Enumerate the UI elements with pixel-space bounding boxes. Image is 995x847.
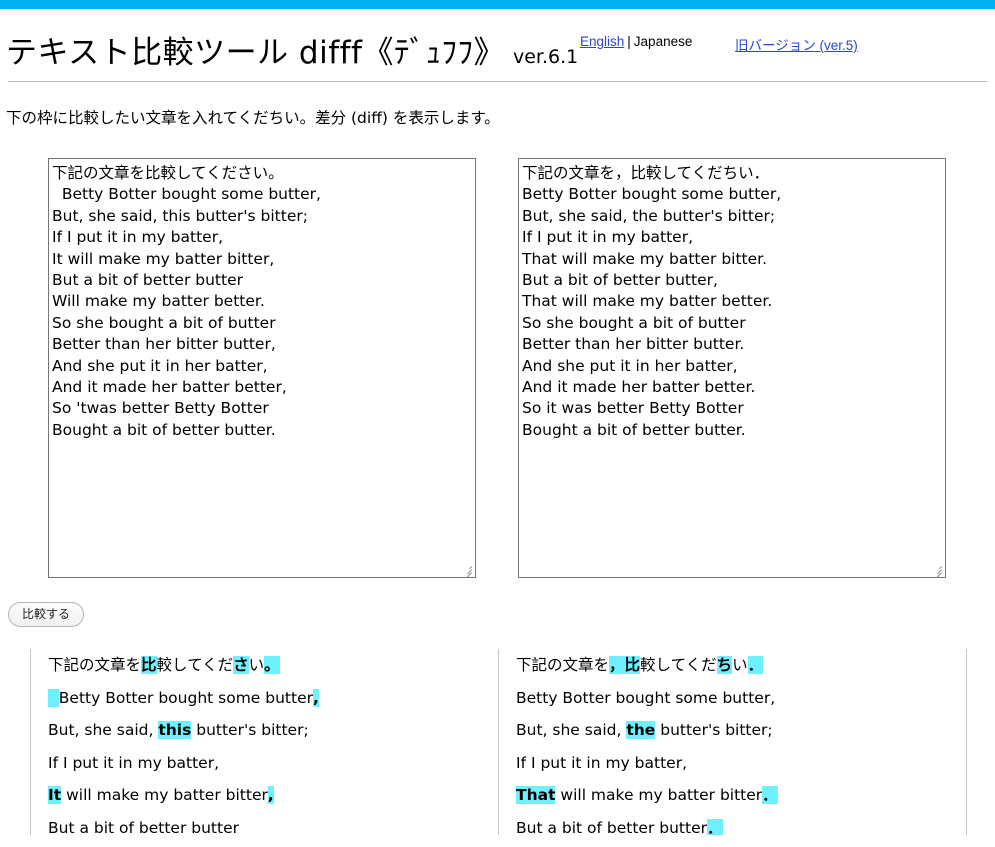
diff-text: 下記の文章を (48, 656, 142, 674)
diff-line: But, she said, the butter's bitter; (516, 714, 964, 747)
diff-line: That will make my batter bitter． (516, 779, 964, 812)
language-separator: | (627, 34, 631, 49)
diff-highlight: the (626, 721, 656, 740)
right-textarea-resize-handle[interactable] (929, 561, 944, 577)
diff-highlight: this (158, 721, 192, 740)
diff-highlight: 。 (264, 656, 280, 674)
page-header: テキスト比較ツール difff《ﾃﾞｭﾌﾌ》 ver.6.1 English | Ja… (0, 9, 995, 81)
diff-text: But a bit of better butter (516, 818, 707, 835)
top-accent-bar (0, 0, 995, 9)
diff-line: Betty Botter bought some butter, (516, 682, 964, 715)
diff-text: い (732, 656, 748, 674)
compare-button[interactable]: 比較する (8, 602, 85, 627)
diff-text: い (248, 656, 265, 674)
header-divider (8, 81, 987, 82)
diff-text: But a bit of better butter (48, 818, 239, 835)
results-border-right (966, 649, 967, 835)
diff-highlight: ． (747, 656, 764, 674)
diff-text: 較してくだ (640, 656, 717, 674)
page-title-text: テキスト比較ツール difff《ﾃﾞｭﾌﾌ》 (6, 35, 505, 71)
diff-text: 下記の文章を (516, 656, 610, 674)
diff-highlight: It (48, 786, 62, 805)
page-title: テキスト比較ツール difff《ﾃﾞｭﾌﾌ》 ver.6.1 (6, 27, 578, 72)
diff-text: Betty Botter bought some butter (58, 688, 313, 707)
compare-button-row: 比較する (0, 602, 995, 627)
language-current-japanese: Japanese (633, 34, 693, 49)
right-input-wrapper: 下記の文章を，比較してくだちい． Betty Botter bought som… (518, 158, 946, 578)
diff-line: 下記の文章を，比較してくだちい． (516, 649, 964, 682)
diff-highlight: That (516, 786, 556, 805)
diff-line: But a bit of better butter (48, 812, 496, 835)
diff-highlight: , (313, 688, 319, 707)
input-panels: 下記の文章を比較してください。 Betty Botter bought some… (0, 158, 995, 588)
diff-highlight: ． (707, 818, 723, 835)
left-textarea-value: 下記の文章を比較してください。 Betty Botter bought some… (52, 164, 321, 439)
page-version: ver.6.1 (512, 46, 579, 68)
results-border-left (30, 649, 31, 835)
diff-text: 較してくだ (156, 656, 234, 674)
diff-highlight: 比 (141, 656, 157, 674)
diff-text: butter's bitter; (655, 721, 773, 740)
right-textarea-value: 下記の文章を，比較してくだちい． Betty Botter bought som… (522, 164, 782, 439)
diff-text: Betty Botter bought some butter, (516, 688, 776, 707)
diff-highlight: ． (762, 786, 778, 805)
diff-highlight: , (267, 786, 274, 805)
diff-highlight (48, 688, 59, 707)
diff-highlight: さ (233, 656, 249, 674)
diff-text: will make my batter bitter (555, 786, 763, 805)
instruction-text: 下の枠に比較したい文章を入れてくだちい。差分 (diff) を表示します。 (6, 109, 500, 127)
left-textarea[interactable]: 下記の文章を比較してください。 Betty Botter bought some… (48, 158, 476, 578)
diff-highlight: ，比 (609, 656, 641, 674)
old-version-link[interactable]: 旧バージョン (ver.5) (735, 38, 858, 53)
language-link-english[interactable]: English (580, 34, 624, 49)
language-nav: English | Japanese (580, 34, 692, 49)
diff-highlight: ち (716, 656, 733, 674)
diff-text: If I put it in my batter, (48, 753, 220, 772)
diff-line: 下記の文章を比較してください。 (48, 649, 496, 682)
old-version-nav: 旧バージョン (ver.5) (735, 34, 858, 54)
diff-line: If I put it in my batter, (516, 747, 964, 780)
diff-results: 下記の文章を比較してください。 Betty Botter bought some… (0, 649, 995, 835)
diff-line: If I put it in my batter, (48, 747, 496, 780)
left-textarea-resize-handle[interactable] (459, 561, 474, 577)
diff-result-left-column: 下記の文章を比較してください。 Betty Botter bought some… (48, 649, 496, 835)
diff-line: But a bit of better butter． (516, 812, 964, 835)
diff-text: But, she said, (516, 721, 627, 740)
diff-line: It will make my batter bitter, (48, 779, 496, 812)
diff-text: But, she said, (48, 721, 159, 740)
diff-line: Betty Botter bought some butter, (48, 682, 496, 715)
right-textarea[interactable]: 下記の文章を，比較してくだちい． Betty Botter bought som… (518, 158, 946, 578)
diff-line: But, she said, this butter's bitter; (48, 714, 496, 747)
diff-text: If I put it in my batter, (516, 753, 688, 772)
diff-text: butter's bitter; (191, 721, 309, 740)
left-input-wrapper: 下記の文章を比較してください。 Betty Botter bought some… (48, 158, 476, 578)
diff-text: will make my batter bitter (61, 786, 268, 805)
diff-result-right-column: 下記の文章を，比較してくだちい． Betty Botter bought some… (516, 649, 964, 835)
results-border-middle (498, 649, 499, 835)
